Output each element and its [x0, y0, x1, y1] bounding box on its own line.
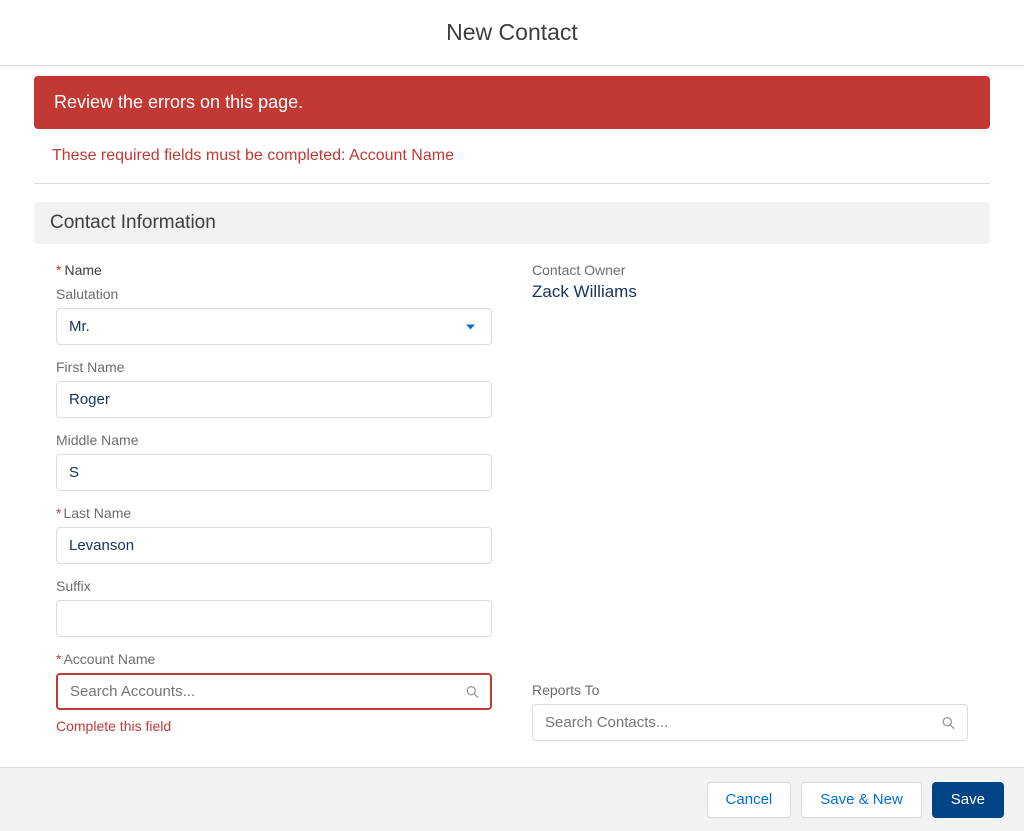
left-column: *Name Salutation First Name Middle Name … — [56, 262, 492, 741]
form-columns: *Name Salutation First Name Middle Name … — [56, 262, 968, 741]
save-and-new-button[interactable]: Save & New — [801, 782, 922, 818]
suffix-label: Suffix — [56, 578, 492, 594]
name-group-label: *Name — [56, 262, 492, 278]
section-divider — [34, 183, 990, 184]
contact-owner-label: Contact Owner — [532, 262, 968, 278]
account-name-error: Complete this field — [56, 718, 492, 734]
required-asterisk-icon: * — [56, 651, 61, 667]
first-name-label: First Name — [56, 359, 492, 375]
middle-name-input[interactable] — [56, 454, 492, 491]
account-name-lookup-wrap — [56, 673, 492, 710]
contact-owner-value: Zack Williams — [532, 282, 968, 302]
error-banner-text: Review the errors on this page. — [54, 92, 303, 112]
salutation-select-wrap — [56, 308, 492, 345]
save-button[interactable]: Save — [932, 782, 1004, 818]
last-name-label: *Last Name — [56, 505, 492, 521]
suffix-input[interactable] — [56, 600, 492, 637]
first-name-input[interactable] — [56, 381, 492, 418]
reports-to-lookup[interactable] — [532, 704, 968, 741]
required-asterisk-icon: * — [56, 505, 61, 521]
account-name-label: *Account Name — [56, 651, 492, 667]
reports-to-lookup-wrap — [532, 704, 968, 741]
modal-header: New Contact — [0, 0, 1024, 66]
modal-title: New Contact — [446, 19, 578, 46]
salutation-label: Salutation — [56, 286, 492, 302]
cancel-button[interactable]: Cancel — [707, 782, 792, 818]
last-name-input[interactable] — [56, 527, 492, 564]
form-scroll-area[interactable]: Review the errors on this page. These re… — [0, 66, 1024, 767]
modal-footer: Cancel Save & New Save — [0, 767, 1024, 831]
error-detail: These required fields must be completed:… — [34, 129, 990, 183]
reports-to-label: Reports To — [532, 682, 968, 698]
reports-to-row: Reports To — [532, 682, 968, 741]
error-banner: Review the errors on this page. — [34, 76, 990, 129]
account-name-lookup[interactable] — [56, 673, 492, 710]
middle-name-label: Middle Name — [56, 432, 492, 448]
section-title: Contact Information — [50, 212, 216, 233]
form-body: *Name Salutation First Name Middle Name … — [34, 244, 990, 753]
required-asterisk-icon: * — [56, 262, 61, 278]
section-header: Contact Information — [34, 202, 990, 244]
salutation-select[interactable] — [56, 308, 492, 345]
right-column: Contact Owner Zack Williams Reports To — [532, 262, 968, 741]
